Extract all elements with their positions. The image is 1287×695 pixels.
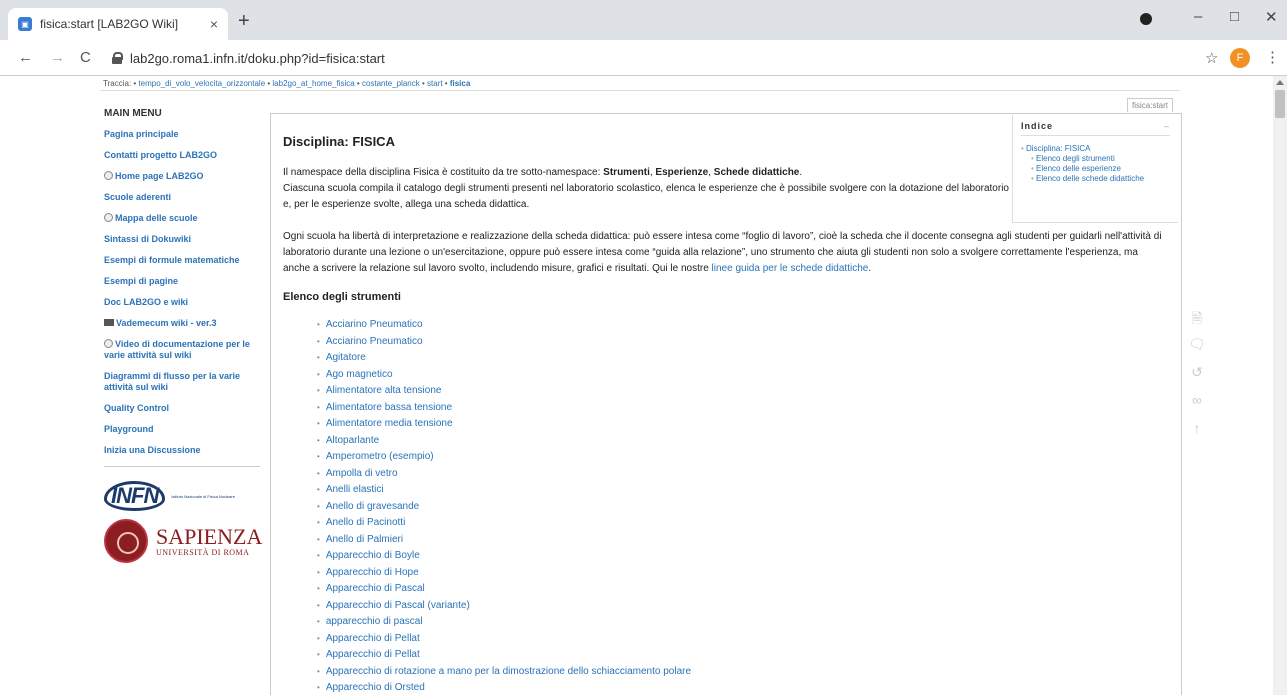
globe-icon (104, 171, 113, 180)
tool-list-item[interactable]: Apparecchio di Orsted (317, 680, 1167, 695)
tool-list-item[interactable]: Apparecchio di Pellat (317, 631, 1167, 648)
sidebar-item-scuole-aderenti[interactable]: Scuole aderenti (104, 192, 264, 203)
tool-list-item[interactable]: Alimentatore media tensione (317, 416, 1167, 433)
sidebar-item-diagrammi[interactable]: Diagrammi di flusso per la varie attivit… (104, 371, 264, 393)
sidebar-item-home-page[interactable]: Home page LAB2GO (104, 171, 264, 182)
sidebar-item-playground[interactable]: Playground (104, 424, 264, 435)
scroll-thumb[interactable] (1275, 90, 1285, 118)
tab-title: fisica:start [LAB2GO Wiki] (40, 17, 179, 31)
tool-list-item[interactable]: Apparecchio di Pellat (317, 647, 1167, 664)
tool-list-item[interactable]: Anelli elastici (317, 482, 1167, 499)
sidebar-item-formule[interactable]: Esempi di formule matematiche (104, 255, 264, 266)
guidelines-link[interactable]: linee guida per le schede didattiche (712, 263, 869, 274)
breadcrumb-item[interactable]: lab2go_at_home_fisica (272, 79, 354, 88)
url-field[interactable]: lab2go.roma1.infn.it/doku.php?id=fisica:… (112, 46, 1197, 70)
tool-list-item[interactable]: Anello di gravesande (317, 499, 1167, 516)
tool-list-item[interactable]: Agitatore (317, 350, 1167, 367)
tool-list-item[interactable]: Acciarino Pneumatico (317, 334, 1167, 351)
intro-paragraph: Il namespace della disciplina Fisica è c… (283, 167, 1009, 210)
new-tab-button[interactable]: + (238, 10, 250, 33)
sidebar-item-quality-control[interactable]: Quality Control (104, 403, 264, 414)
header-divider (100, 90, 1180, 91)
back-button[interactable]: ← (18, 49, 33, 66)
globe-icon (104, 213, 113, 222)
tool-list-item[interactable]: Apparecchio di Hope (317, 565, 1167, 582)
breadcrumb: Traccia: • tempo_di_volo_velocita_orizzo… (103, 79, 471, 88)
tool-list-item[interactable]: Apparecchio di rotazione a mano per la d… (317, 664, 1167, 681)
sidebar-item-vademecum[interactable]: Vademecum wiki - ver.3 (104, 318, 264, 329)
globe-icon (104, 339, 113, 348)
sidebar-divider (104, 466, 260, 467)
breadcrumb-label: Traccia: (103, 79, 132, 88)
minimize-button[interactable]: – (1194, 8, 1202, 25)
menu-title: MAIN MENU (104, 108, 162, 119)
toc-item[interactable]: Elenco delle schede didattiche (1021, 174, 1170, 184)
scroll-up-icon[interactable] (1276, 80, 1284, 85)
breadcrumb-current[interactable]: fisica (450, 79, 470, 88)
tool-list-item[interactable]: Alimentatore bassa tensione (317, 400, 1167, 417)
page-scrollbar[interactable] (1273, 76, 1287, 695)
bookmark-star-icon[interactable]: ☆ (1205, 49, 1218, 67)
toc-item[interactable]: Elenco degli strumenti (1021, 154, 1170, 164)
tool-list-item[interactable]: apparecchio di pascal (317, 614, 1167, 631)
favicon-icon: ▣ (18, 17, 32, 31)
toc-item[interactable]: Disciplina: FISICA (1021, 144, 1170, 154)
sapienza-seal-icon (104, 519, 148, 563)
page-id-label: fisica:start (1127, 98, 1174, 112)
tools-list: Acciarino PneumaticoAcciarino Pneumatico… (283, 317, 1167, 695)
extension-icon[interactable] (1140, 13, 1152, 25)
back-to-top-icon[interactable]: ↑ (1185, 420, 1209, 446)
backlinks-icon[interactable]: ∞ (1185, 392, 1209, 418)
tool-list-item[interactable]: Apparecchio di Pascal (variante) (317, 598, 1167, 615)
revisions-icon[interactable]: ↺ (1185, 364, 1209, 390)
tool-list-item[interactable]: Altoparlante (317, 433, 1167, 450)
sidebar-item-esempi-pagine[interactable]: Esempi di pagine (104, 276, 264, 287)
tool-list-item[interactable]: Anello di Pacinotti (317, 515, 1167, 532)
tool-list-item[interactable]: Acciarino Pneumatico (317, 317, 1167, 334)
breadcrumb-item[interactable]: costante_planck (362, 79, 420, 88)
reload-button[interactable]: C (80, 49, 91, 66)
discussion-icon[interactable]: 🗨 (1185, 336, 1209, 362)
toc-item[interactable]: Elenco delle esperienze (1021, 164, 1170, 174)
sidebar-item-contatti[interactable]: Contatti progetto LAB2GO (104, 150, 264, 161)
browser-tab[interactable]: ▣ fisica:start [LAB2GO Wiki] × (8, 8, 228, 40)
lock-icon[interactable] (112, 52, 123, 64)
tool-list-item[interactable]: Amperometro (esempio) (317, 449, 1167, 466)
toc-title: Indice (1021, 121, 1054, 131)
close-window-button[interactable]: ✕ (1265, 8, 1278, 26)
sapienza-logo[interactable]: SAPIENZA UNIVERSITÀ DI ROMA (104, 519, 264, 563)
book-icon (104, 319, 114, 326)
breadcrumb-item[interactable]: start (427, 79, 443, 88)
sidebar-item-doc[interactable]: Doc LAB2GO e wiki (104, 297, 264, 308)
browser-menu-icon[interactable]: ⋮ (1265, 48, 1280, 66)
infn-logo[interactable]: INFN Istituto Nazionale di Fisica Nuclea… (104, 481, 264, 511)
tool-list-item[interactable]: Alimentatore alta tensione (317, 383, 1167, 400)
sidebar-item-discussione[interactable]: Inizia una Discussione (104, 445, 264, 456)
sidebar-item-video[interactable]: Video di documentazione per le varie att… (104, 339, 264, 361)
maximize-button[interactable]: □ (1230, 8, 1239, 25)
tab-close-icon[interactable]: × (210, 16, 218, 32)
tool-list-item[interactable]: Apparecchio di Pascal (317, 581, 1167, 598)
section-title: Elenco degli strumenti (283, 291, 401, 303)
sidebar-item-sintassi[interactable]: Sintassi di Dokuwiki (104, 234, 264, 245)
tool-list-item[interactable]: Anello di Palmieri (317, 532, 1167, 549)
toc-toggle-button[interactable]: – (1164, 121, 1170, 131)
edit-page-icon[interactable]: 🗎 (1185, 308, 1209, 334)
tool-list-item[interactable]: Apparecchio di Boyle (317, 548, 1167, 565)
browser-tab-bar: ▣ fisica:start [LAB2GO Wiki] × + – □ ✕ (0, 0, 1287, 40)
sidebar-item-pagina-principale[interactable]: Pagina principale (104, 129, 264, 140)
description-paragraph: Ogni scuola ha libertà di interpretazion… (283, 231, 1162, 274)
sidebar-item-mappa-scuole[interactable]: Mappa delle scuole (104, 213, 264, 224)
tool-list-item[interactable]: Ampolla di vetro (317, 466, 1167, 483)
profile-avatar[interactable]: F (1230, 48, 1250, 68)
sidebar: MAIN MENU Pagina principale Contatti pro… (104, 108, 264, 563)
url-text: lab2go.roma1.infn.it/doku.php?id=fisica:… (130, 50, 385, 66)
tool-list-item[interactable]: Ago magnetico (317, 367, 1167, 384)
table-of-contents: Indice – Disciplina: FISICA Elenco degli… (1012, 115, 1178, 223)
address-bar: ← → C lab2go.roma1.infn.it/doku.php?id=f… (0, 40, 1287, 76)
breadcrumb-item[interactable]: tempo_di_volo_velocita_orizzontale (138, 79, 265, 88)
page-tools: 🗎 🗨 ↺ ∞ ↑ (1185, 308, 1209, 448)
forward-button[interactable]: → (50, 49, 65, 66)
